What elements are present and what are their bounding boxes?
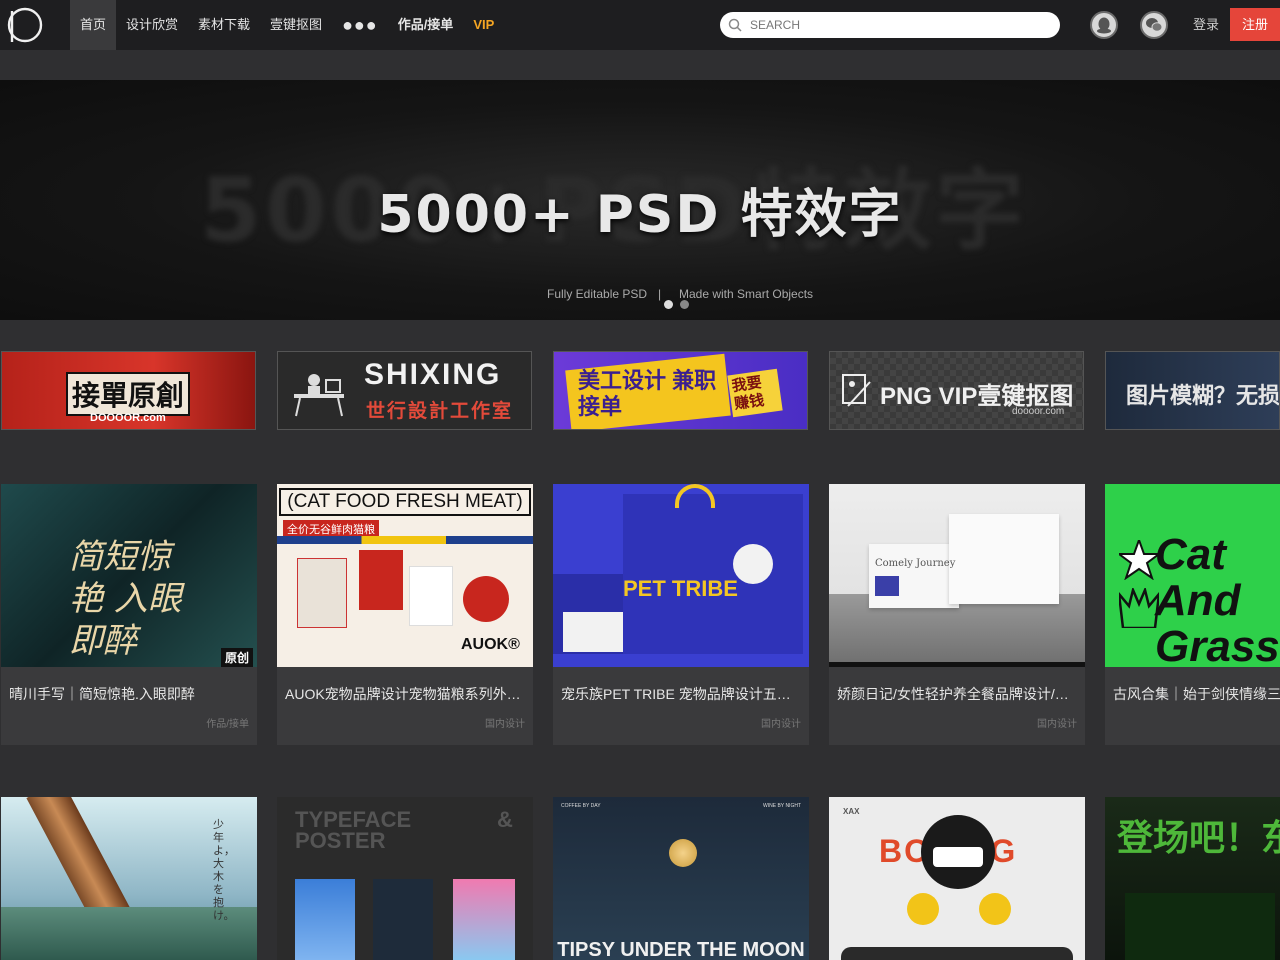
more-menu-icon[interactable]: ●●● [332, 0, 388, 50]
thumbnail-logo: XAX [843, 807, 860, 816]
card-category-tag[interactable]: 国内设计 [761, 715, 801, 730]
banner-separator: | [658, 287, 662, 301]
work-card[interactable]: (CAT FOOD FRESH MEAT) 全价无谷鲜肉猫粮 AUOK® AUO… [277, 484, 533, 745]
star-burst-icon [1119, 540, 1159, 580]
card-title[interactable]: 娇颜日记/女性轻护养全餐品牌设计/… [837, 684, 1077, 704]
promo-subtext: doooor.com [1012, 406, 1065, 417]
grass-character-icon [1119, 588, 1159, 628]
thumbnail-art-text: TIPSY UNDER THE MOON [557, 939, 805, 960]
top-navigation-bar: 首页 设计欣赏 素材下载 壹键抠图 ●●● 作品/接单 VIP 登录 注册 [0, 0, 1280, 50]
promo-banner-image-enhance[interactable]: 图片模糊？无损 [1105, 351, 1280, 430]
qq-login-icon[interactable] [1090, 11, 1118, 39]
thumbnail-brand: AUOK® [461, 636, 520, 653]
nav-item-vip[interactable]: VIP [463, 0, 504, 50]
card-title[interactable]: 宠乐族PET TRIBE 宠物品牌设计五… [561, 684, 801, 704]
login-link[interactable]: 登录 [1193, 0, 1219, 50]
promo-subtext: 我要赚钱 [727, 368, 783, 418]
card-category-tag[interactable]: 国内设计 [485, 715, 525, 730]
thumbnail-art-text: 简短惊艳 入眼即醉 [69, 537, 182, 661]
card-title[interactable]: 晴川手写｜简短惊艳.入眼即醉 [9, 684, 249, 704]
hero-banner[interactable]: 5000+PSD特效字 5000+ PSD 特效字 Fully Editable… [0, 80, 1280, 320]
card-category-tag[interactable]: 国内设计 [1037, 715, 1077, 730]
card-thumbnail: Cat And Grass [1105, 484, 1280, 667]
main-nav: 首页 设计欣赏 素材下载 壹键抠图 ●●● 作品/接单 VIP [70, 0, 504, 50]
promo-banner-shixing[interactable]: SHIXING 世行設計工作室 [277, 351, 532, 430]
work-tile[interactable]: COFFEE BY DAY WINE BY NIGHT TIPSY UNDER … [553, 797, 809, 960]
promo-text: 图片模糊？无损 [1126, 383, 1280, 408]
banner-title: 5000+ PSD 特效字 [377, 185, 903, 245]
promo-banner-original-orders[interactable]: 接單原創 DOOOOR.com [1, 351, 256, 430]
nav-item-one-click-cutout[interactable]: 壹键抠图 [260, 0, 332, 50]
banner-subtitle-left: Fully Editable PSD [547, 287, 648, 301]
nav-item-works-orders[interactable]: 作品/接单 [388, 0, 464, 50]
carousel-dot-2[interactable] [680, 300, 689, 309]
promo-subtext: DOOOOR.com [90, 412, 166, 424]
nav-item-design-gallery[interactable]: 设计欣赏 [116, 0, 188, 50]
original-badge: 原创 [220, 648, 253, 667]
search-icon[interactable] [728, 18, 742, 32]
designer-illustration-icon [294, 374, 344, 417]
work-card[interactable]: Cat And Grass 古风合集｜始于剑侠情缘三 [1105, 484, 1280, 745]
work-tile[interactable]: TYPEFACE POSTER & [277, 797, 533, 960]
work-card[interactable]: PET TRIBE 宠乐族PET TRIBE 宠物品牌设计五… 国内设计 [553, 484, 809, 745]
banner-subtitle-right: Made with Smart Objects [679, 287, 814, 301]
card-category-tag[interactable]: 作品/接单 [206, 715, 249, 730]
nav-item-assets-download[interactable]: 素材下载 [188, 0, 260, 50]
promo-subtext: 世行設計工作室 [366, 401, 514, 422]
register-button[interactable]: 注册 [1230, 8, 1280, 41]
thumbnail-art-text: PET TRIBE [623, 576, 738, 601]
promo-text: 接單原創 [66, 372, 191, 416]
carousel-dot-1[interactable] [664, 300, 673, 309]
card-thumbnail: Comely Journey [829, 484, 1085, 667]
promo-banner-png-cutout[interactable]: PNG VIP壹键抠图 doooor.com [829, 351, 1084, 430]
thumbnail-art-text: TYPEFACE POSTER [295, 807, 412, 853]
thumbnail-top-left: COFFEE BY DAY [561, 803, 601, 809]
card-thumbnail: (CAT FOOD FRESH MEAT) 全价无谷鲜肉猫粮 AUOK® [277, 484, 533, 667]
thumbnail-art-text: Cat And Grass [1155, 530, 1280, 668]
image-cutout-icon [842, 374, 871, 407]
site-logo-icon[interactable] [6, 6, 44, 44]
work-tile[interactable]: 少年よ，大木を抱け。 [1, 797, 257, 960]
promo-text: SHIXING [364, 358, 502, 391]
card-thumbnail: 简短惊艳 入眼即醉 原创 [1, 484, 257, 667]
work-card[interactable]: 简短惊艳 入眼即醉 原创 晴川手写｜简短惊艳.入眼即醉 作品/接单 [1, 484, 257, 745]
thumbnail-art-text: 登场吧！东 [1117, 817, 1280, 858]
thumbnail-art-text: 少年よ，大木を抱け。 [213, 819, 235, 922]
wechat-login-icon[interactable] [1140, 11, 1168, 39]
search-input[interactable] [750, 13, 1050, 37]
thumbnail-art-subtext: & [497, 807, 513, 832]
search-box [720, 12, 1060, 38]
nav-item-home[interactable]: 首页 [70, 0, 117, 50]
work-card[interactable]: Comely Journey 娇颜日记/女性轻护养全餐品牌设计/… 国内设计 [829, 484, 1085, 745]
work-tile[interactable]: XAX BOXING [829, 797, 1085, 960]
card-title[interactable]: 古风合集｜始于剑侠情缘三 [1113, 684, 1280, 704]
promo-banner-part-time[interactable]: 美工设计 兼职接单 我要赚钱 [553, 351, 808, 430]
thumbnail-top-right: WINE BY NIGHT [763, 803, 801, 809]
work-tile[interactable]: 登场吧！东 [1105, 797, 1280, 960]
thumbnail-art-text: Comely Journey [875, 558, 956, 569]
promo-text: 美工设计 兼职接单 [578, 368, 717, 419]
thumbnail-art-text: (CAT FOOD FRESH MEAT) [279, 488, 531, 516]
card-title[interactable]: AUOK宠物品牌设计宠物猫粮系列外… [285, 684, 525, 704]
card-thumbnail: PET TRIBE [553, 484, 809, 667]
